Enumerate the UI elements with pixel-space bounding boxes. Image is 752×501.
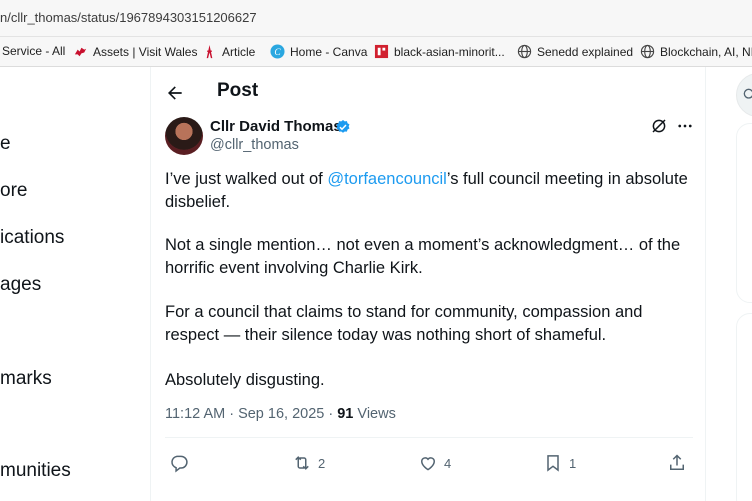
post-timestamp[interactable]: 11:12 AM · Sep 16, 2025 · (165, 406, 337, 422)
page-title: Post (217, 80, 259, 101)
nav-item-bookmarks[interactable]: marks (0, 368, 52, 390)
bookmark-label: Article (222, 44, 256, 59)
search-icon (743, 88, 752, 99)
bookmark-label: Blockchain, AI, NFT (660, 44, 752, 59)
grok-icon[interactable] (650, 117, 668, 135)
post-meta: 11:12 AM · Sep 16, 2025 · 91 Views (165, 406, 396, 422)
bookmark-senedd[interactable]: Senedd explained (517, 44, 633, 59)
repost-icon (295, 456, 309, 470)
tweet-paragraph-2: Not a single mention… not even a moment’… (165, 236, 681, 277)
svg-text:C: C (274, 48, 281, 58)
divider (165, 437, 693, 438)
tweet-paragraph-3: For a council that claims to stand for c… (165, 303, 643, 344)
url-text[interactable]: n/cllr_thomas/status/1967894303151206627 (0, 10, 257, 25)
repost-count: 2 (318, 455, 326, 471)
canva-icon: C (270, 44, 285, 59)
tweet-paragraph-1: I’ve just walked out of @torfaencouncil’… (165, 168, 695, 214)
verified-badge-icon (336, 120, 350, 133)
globe-icon (517, 44, 532, 59)
bookmark-article[interactable]: Article (202, 44, 255, 59)
nav-item-messages[interactable]: ages (0, 274, 41, 296)
bookmark-label: Service - All (2, 44, 66, 58)
reply-button[interactable] (169, 453, 195, 473)
like-button[interactable]: 4 (418, 453, 451, 473)
heart-icon (420, 457, 436, 471)
bookmark-label: black-asian-minorit... (394, 44, 505, 59)
post-column: Post Cllr David Thomas @cllr_thomas I’ve… (150, 67, 706, 501)
bookmark-count: 1 (569, 455, 577, 471)
share-button[interactable] (667, 453, 687, 473)
tower-icon (202, 44, 217, 59)
sidebar-card (736, 313, 752, 501)
mention-link[interactable]: @torfaencouncil (327, 170, 446, 188)
search-input[interactable] (736, 73, 752, 117)
bookmark-canva[interactable]: C Home - Canva (270, 44, 367, 59)
author-handle[interactable]: @cllr_thomas (210, 137, 299, 153)
views-count: 91 (337, 406, 354, 422)
tweet-text-segment: I’ve just walked out of (165, 170, 328, 188)
bookmark-icon (547, 455, 559, 472)
more-options-icon[interactable] (676, 117, 694, 135)
views-label: Views (353, 406, 396, 422)
reply-icon (171, 455, 188, 473)
bookmark-button[interactable]: 1 (543, 453, 576, 473)
author-name[interactable]: Cllr David Thomas (210, 118, 342, 135)
bookmark-blockchain[interactable]: Blockchain, AI, NFT (640, 44, 752, 59)
tweet-paragraph-4: Absolutely disgusting. (165, 371, 325, 389)
bookmark-black-asian[interactable]: black-asian-minorit... (374, 44, 505, 59)
like-count: 4 (444, 455, 452, 471)
repost-button[interactable]: 2 (292, 453, 325, 473)
nav-item-home[interactable]: e (0, 133, 11, 155)
bookmark-service-all[interactable]: Service - All (2, 44, 65, 58)
back-arrow-icon[interactable] (165, 83, 185, 103)
avatar[interactable] (165, 117, 203, 155)
address-bar[interactable]: n/cllr_thomas/status/1967894303151206627 (0, 0, 752, 37)
sidebar-card (736, 123, 752, 303)
nav-item-explore[interactable]: ore (0, 180, 27, 202)
red-logo-icon (374, 44, 389, 59)
welsh-dragon-icon (73, 44, 88, 59)
bookmark-visit-wales[interactable]: Assets | Visit Wales (73, 44, 197, 59)
bookmark-label: Home - Canva (290, 44, 368, 59)
left-navigation: e ore ications ages marks munities (0, 67, 150, 501)
bookmarks-bar: Service - All Assets | Visit Wales Artic… (0, 37, 752, 67)
nav-item-communities[interactable]: munities (0, 460, 71, 482)
bookmark-label: Senedd explained (537, 44, 634, 59)
globe-icon (640, 44, 655, 59)
share-icon (670, 454, 684, 470)
right-sidebar (706, 67, 752, 501)
nav-item-notifications[interactable]: ications (0, 227, 64, 249)
bookmark-label: Assets | Visit Wales (93, 44, 198, 59)
